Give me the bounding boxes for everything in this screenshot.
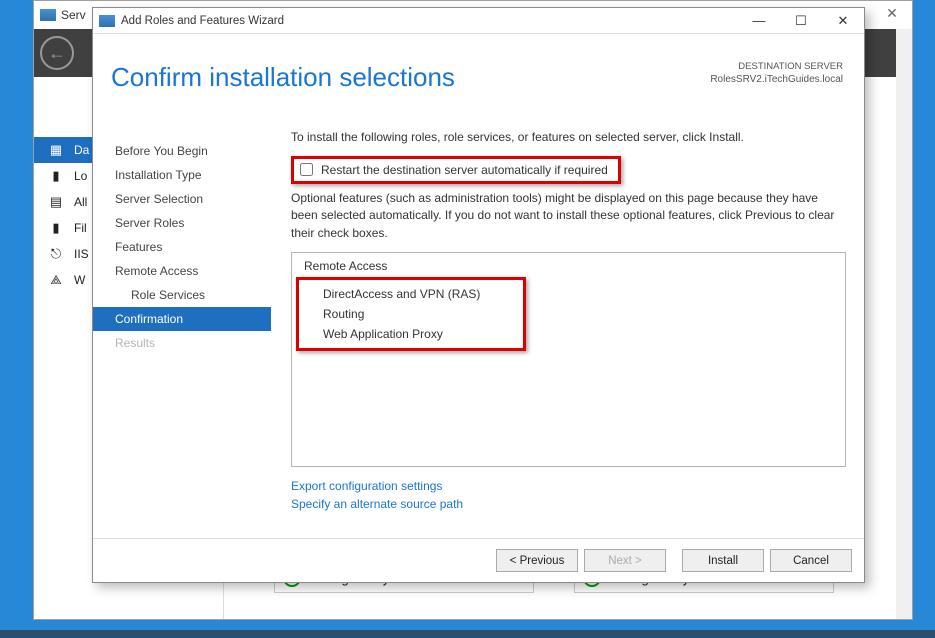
nav-role-services[interactable]: Role Services (111, 283, 271, 307)
dashboard-icon: ▦ (48, 143, 64, 157)
alternate-source-link[interactable]: Specify an alternate source path (291, 495, 846, 513)
nav-remote-access[interactable]: Remote Access (111, 259, 271, 283)
wizard-main: To install the following roles, role ser… (291, 129, 846, 538)
install-button[interactable]: Install (682, 549, 764, 572)
nav-installation-type[interactable]: Installation Type (111, 163, 271, 187)
nav-results: Results (111, 331, 271, 355)
sidebar-label: IIS (74, 247, 89, 261)
server-manager-icon (40, 9, 56, 21)
minimize-button[interactable]: — (738, 8, 780, 33)
feature-group-title: Remote Access (302, 259, 835, 273)
export-config-link[interactable]: Export configuration settings (291, 477, 846, 495)
file-icon: ▮ (48, 221, 64, 235)
wsus-icon: ⟁ (48, 273, 64, 287)
optional-text: Optional features (such as administratio… (291, 190, 846, 242)
bg-close-button[interactable]: ✕ (872, 1, 912, 27)
links-area: Export configuration settings Specify an… (291, 477, 846, 513)
feature-web-app-proxy: Web Application Proxy (323, 324, 519, 344)
feature-directaccess: DirectAccess and VPN (RAS) (323, 284, 519, 304)
sidebar-label: W (74, 273, 85, 287)
iis-icon: ⎋ (48, 247, 64, 261)
wizard-icon (99, 15, 115, 27)
nav-server-roles[interactable]: Server Roles (111, 211, 271, 235)
restart-checkbox[interactable] (300, 163, 313, 176)
bg-title: Serv (61, 8, 86, 22)
previous-button[interactable]: < Previous (496, 549, 578, 572)
wizard-nav: Before You Begin Installation Type Serve… (111, 129, 271, 538)
wizard-footer: < Previous Next > Install Cancel (93, 538, 864, 582)
wizard-page-title: Confirm installation selections (111, 62, 455, 93)
back-button[interactable]: ← (40, 36, 74, 70)
nav-confirmation[interactable]: Confirmation (93, 307, 271, 331)
cancel-button[interactable]: Cancel (770, 549, 852, 572)
wizard-header: Confirm installation selections DESTINAT… (93, 34, 864, 119)
wizard-window-title: Add Roles and Features Wizard (121, 15, 284, 27)
instruction-text: To install the following roles, role ser… (291, 129, 846, 146)
selected-features-box: Remote Access DirectAccess and VPN (RAS)… (291, 252, 846, 467)
close-button[interactable]: ✕ (822, 8, 864, 33)
nav-features[interactable]: Features (111, 235, 271, 259)
restart-checkbox-row: Restart the destination server automatic… (291, 156, 621, 184)
wizard-titlebar: Add Roles and Features Wizard — ☐ ✕ (93, 8, 864, 34)
destination-server-info: DESTINATION SERVER RolesSRV2.iTechGuides… (710, 60, 843, 87)
sidebar-label: Da (74, 143, 89, 157)
all-icon: ▤ (48, 195, 64, 209)
add-roles-wizard-dialog: Add Roles and Features Wizard — ☐ ✕ Conf… (92, 7, 865, 583)
sidebar-label: Fil (74, 221, 87, 235)
nav-before-you-begin[interactable]: Before You Begin (111, 139, 271, 163)
feature-routing: Routing (323, 304, 519, 324)
dest-server-name: RolesSRV2.iTechGuides.local (710, 73, 843, 87)
window-controls: — ☐ ✕ (738, 8, 864, 33)
next-button: Next > (584, 549, 666, 572)
local-icon: ▮ (48, 169, 64, 183)
dest-label: DESTINATION SERVER (710, 60, 843, 73)
wizard-body: Before You Begin Installation Type Serve… (93, 119, 864, 538)
taskbar[interactable] (0, 630, 935, 638)
restart-label: Restart the destination server automatic… (321, 163, 608, 177)
scrollbar[interactable] (896, 29, 912, 619)
sidebar-label: Lo (74, 169, 87, 183)
maximize-button[interactable]: ☐ (780, 8, 822, 33)
sidebar-label: All (74, 195, 87, 209)
nav-server-selection[interactable]: Server Selection (111, 187, 271, 211)
highlighted-features: DirectAccess and VPN (RAS) Routing Web A… (296, 277, 526, 351)
